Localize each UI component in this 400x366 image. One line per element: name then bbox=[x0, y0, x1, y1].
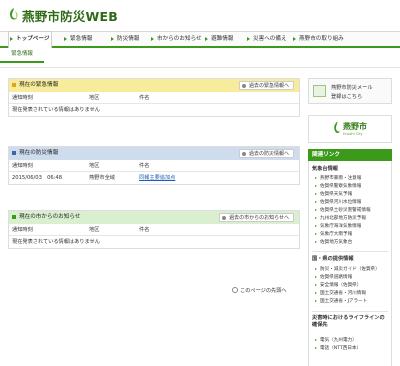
divider bbox=[312, 311, 388, 312]
col-subject: 件名 bbox=[139, 227, 150, 233]
link-item[interactable]: 国土交通省・Jアラート bbox=[315, 298, 367, 304]
city-subtitle: Enoshi City bbox=[343, 132, 363, 136]
nav-item-top[interactable]: トップページ bbox=[8, 31, 52, 48]
site-title[interactable]: 燕野市防災WEB bbox=[22, 6, 118, 25]
nav-item-evacuation[interactable]: 避難情報 bbox=[204, 32, 233, 47]
divider bbox=[312, 251, 388, 252]
related-links-heading: 関連リンク bbox=[308, 149, 392, 161]
arrow-icon bbox=[241, 84, 246, 88]
page-top-link[interactable]: このページの先頭へ bbox=[232, 287, 287, 294]
table-row: 現在発表されている情報はありません bbox=[9, 104, 299, 116]
arrow-icon bbox=[241, 152, 246, 156]
col-time: 通知時刻 bbox=[12, 227, 33, 233]
past-disaster-info-button[interactable]: 過去の防災情報へ bbox=[238, 149, 294, 158]
arrow-icon bbox=[222, 216, 227, 220]
link-item[interactable]: 佐賀県天気予報 bbox=[315, 191, 352, 197]
row-time: 2015/06/03 06:48 bbox=[12, 175, 63, 181]
link-item[interactable]: 佐賀県道路情報 bbox=[315, 274, 352, 280]
empty-message: 現在発表されている情報はありません bbox=[12, 239, 100, 245]
arrow-up-icon bbox=[232, 287, 238, 293]
empty-message: 現在発表されている情報はありません bbox=[12, 107, 100, 113]
nav-item-city-notice[interactable]: 市からのお知らせ bbox=[150, 32, 202, 47]
mail-banner-title: 燕野市防災メール bbox=[331, 85, 373, 91]
link-item[interactable]: 電気（九州電力） bbox=[315, 337, 357, 343]
square-bullet-icon bbox=[12, 215, 16, 219]
button-label: 過去の緊急情報へ bbox=[248, 83, 289, 89]
panel-title: 現在の市からのお知らせ bbox=[19, 214, 81, 220]
button-label: 過去の市からのお知らせへ bbox=[229, 215, 289, 221]
city-site-banner[interactable]: 燕野市 Enoshi City bbox=[308, 115, 392, 143]
related-links-list: 気象台情報 燕野市暴雨・注意報 佐賀県警察気象情報 佐賀県天気予報 佐賀県河川水… bbox=[308, 161, 392, 366]
past-emergency-button[interactable]: 過去の緊急情報へ bbox=[238, 81, 294, 90]
link-item[interactable]: 佐賀県土砂災害警戒情報 bbox=[315, 207, 371, 213]
mail-icon bbox=[313, 85, 326, 97]
page-top-label: このページの先頭へ bbox=[240, 288, 287, 294]
col-area: 地区 bbox=[89, 163, 100, 169]
row-subject-link[interactable]: 同報主要追加点 bbox=[139, 172, 175, 184]
table-header: 通知時刻 地区 件名 bbox=[9, 160, 299, 172]
col-area: 地区 bbox=[89, 227, 100, 233]
panel-title: 現在の防災情報 bbox=[19, 150, 59, 156]
divider bbox=[0, 67, 400, 68]
link-group-title: 気象台情報 bbox=[312, 166, 338, 172]
panel-header: 現在の緊急情報 過去の緊急情報へ bbox=[9, 79, 299, 92]
panel-header: 現在の市からのお知らせ 過去の市からのお知らせへ bbox=[9, 211, 299, 224]
city-logo-icon bbox=[334, 121, 340, 133]
col-area: 地区 bbox=[89, 95, 100, 101]
table-row: 現在発表されている情報はありません bbox=[9, 236, 299, 248]
mail-signup-banner[interactable]: 燕野市防災メール 登録はこちら bbox=[308, 78, 392, 104]
nav-item-city-efforts[interactable]: 燕野市の取り組み bbox=[292, 32, 344, 47]
link-item[interactable]: 佐賀県警察気象情報 bbox=[315, 183, 361, 189]
nav-item-emergency[interactable]: 緊急情報 bbox=[63, 32, 92, 47]
emergency-panel: 現在の緊急情報 過去の緊急情報へ 通知時刻 地区 件名 現在発表されている情報は… bbox=[8, 78, 300, 117]
link-item[interactable]: 燕野市暴雨・注意報 bbox=[315, 175, 361, 181]
row-area: 燕野市全域 bbox=[89, 175, 115, 181]
button-label: 過去の防災情報へ bbox=[248, 151, 289, 157]
link-item[interactable]: 九州北部地方防災予報 bbox=[315, 215, 366, 221]
past-city-notice-button[interactable]: 過去の市からのお知らせへ bbox=[219, 213, 294, 222]
table-row: 2015/06/03 06:48 燕野市全域 同報主要追加点 bbox=[9, 172, 299, 184]
col-time: 通知時刻 bbox=[12, 163, 33, 169]
site-header: 燕野市防災WEB bbox=[0, 0, 400, 31]
link-item[interactable]: 佐賀県河川水位情報 bbox=[315, 199, 361, 205]
link-item[interactable]: 防災・減災ガイド（佐賀県） bbox=[315, 266, 380, 272]
link-group-title: 災害時におけるライフラインの確保先 bbox=[312, 315, 385, 328]
col-subject: 件名 bbox=[139, 163, 150, 169]
table-header: 通知時刻 地区 件名 bbox=[9, 224, 299, 236]
city-name: 燕野市 bbox=[343, 122, 367, 131]
nav-item-preparation[interactable]: 災害への備え bbox=[246, 32, 287, 47]
link-item[interactable]: 気象庁大雨予報 bbox=[315, 231, 352, 237]
col-subject: 件名 bbox=[139, 95, 150, 101]
panel-title: 現在の緊急情報 bbox=[19, 82, 59, 88]
link-group-title: 国・県の提供情報 bbox=[312, 256, 354, 262]
link-item[interactable]: 国土交通省・河川情報 bbox=[315, 290, 366, 296]
link-item[interactable]: 佐賀地方気象台 bbox=[315, 239, 352, 245]
subnav-emergency[interactable]: 緊急情報 bbox=[0, 48, 44, 63]
table-header: 通知時刻 地区 件名 bbox=[9, 92, 299, 104]
square-bullet-icon bbox=[12, 83, 16, 87]
link-item[interactable]: 安全情報（佐賀県） bbox=[315, 282, 361, 288]
link-item[interactable]: 電話（NTT西日本） bbox=[315, 345, 361, 351]
disaster-info-panel: 現在の防災情報 過去の防災情報へ 通知時刻 地区 件名 2015/06/03 0… bbox=[8, 146, 300, 185]
panel-header: 現在の防災情報 過去の防災情報へ bbox=[9, 147, 299, 160]
city-logo-icon bbox=[10, 8, 18, 20]
square-bullet-icon bbox=[12, 151, 16, 155]
col-time: 通知時刻 bbox=[12, 95, 33, 101]
city-notice-panel: 現在の市からのお知らせ 過去の市からのお知らせへ 通知時刻 地区 件名 現在発表… bbox=[8, 210, 300, 249]
link-item[interactable]: 気象庁海洋気象情報 bbox=[315, 223, 361, 229]
nav-item-disaster-info[interactable]: 防災情報 bbox=[110, 32, 139, 47]
global-nav: トップページ 緊急情報 防災情報 市からのお知らせ 避難情報 災害への備え 燕野… bbox=[0, 31, 400, 48]
mail-banner-sub: 登録はこちら bbox=[331, 94, 363, 100]
